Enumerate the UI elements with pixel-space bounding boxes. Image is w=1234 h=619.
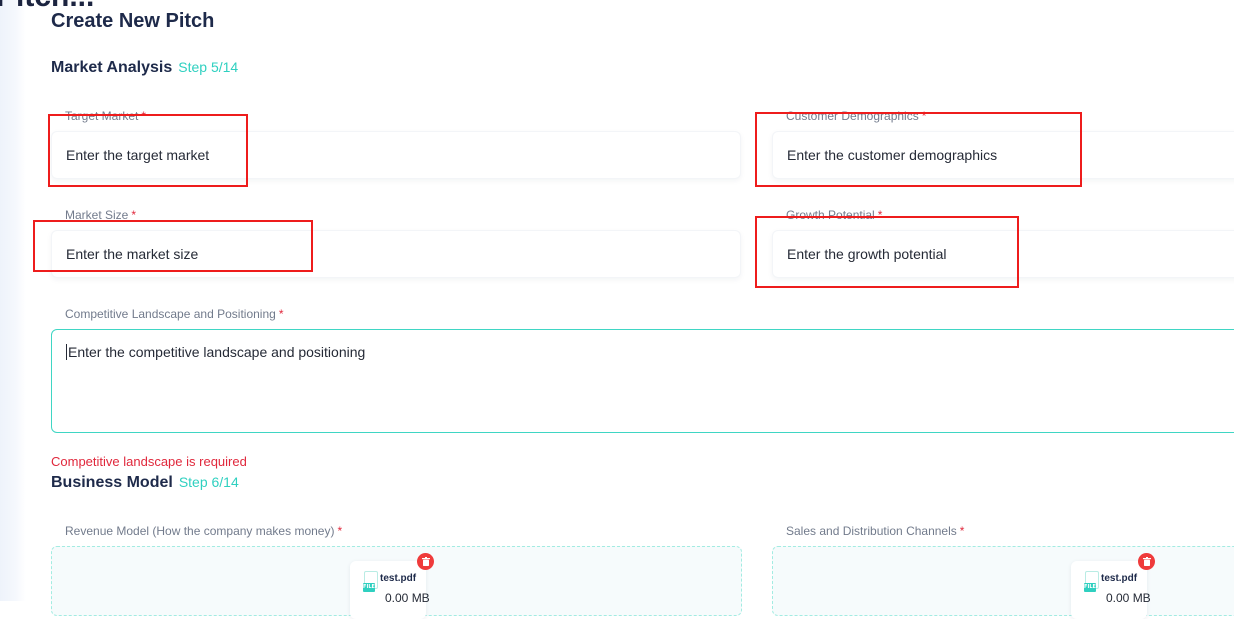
customer-demographics-placeholder: Enter the customer demographics <box>787 147 998 163</box>
file-name: test.pdf <box>380 573 417 584</box>
target-market-input[interactable]: Enter the target market <box>51 131 741 179</box>
revenue-model-label: Revenue Model (How the company makes mon… <box>65 524 343 538</box>
section-title: Business Model <box>51 474 173 491</box>
file-badge: FILE <box>363 583 375 592</box>
required-marker: * <box>141 109 147 123</box>
growth-potential-label: Growth Potential * <box>786 208 883 222</box>
required-marker: * <box>131 208 137 222</box>
file-name: test.pdf <box>1101 573 1138 584</box>
pdf-file-icon: FILE <box>363 571 378 592</box>
sidebar-edge <box>0 0 26 601</box>
market-analysis-header: Market Analysis Step 5/14 <box>51 59 238 77</box>
target-market-label: Target Market * <box>65 109 147 123</box>
section-step: Step 5/14 <box>178 59 239 75</box>
competitive-landscape-textarea[interactable]: Enter the competitive landscape and posi… <box>51 329 1234 433</box>
pdf-file-icon: FILE <box>1084 571 1099 592</box>
competitive-landscape-error: Competitive landscape is required <box>51 454 247 469</box>
competitive-landscape-placeholder: Enter the competitive landscape and posi… <box>68 344 366 360</box>
sales-channels-upload-zone[interactable]: FILE test.pdf 0.00 MB <box>772 546 1234 619</box>
business-model-header: Business Model Step 6/14 <box>51 474 239 492</box>
competitive-landscape-label: Competitive Landscape and Positioning * <box>65 307 284 321</box>
file-size: 0.00 MB <box>1106 591 1151 605</box>
market-size-input[interactable]: Enter the market size <box>51 230 741 278</box>
required-marker: * <box>921 109 927 123</box>
required-marker: * <box>278 307 284 321</box>
required-marker: * <box>959 524 965 538</box>
file-badge: FILE <box>1084 583 1096 592</box>
revenue-model-file-card[interactable]: FILE test.pdf 0.00 MB <box>350 553 434 619</box>
target-market-placeholder: Enter the target market <box>66 147 210 163</box>
required-marker: * <box>337 524 343 538</box>
required-marker: * <box>877 208 883 222</box>
page-title: Create New Pitch <box>51 10 215 32</box>
customer-demographics-input[interactable]: Enter the customer demographics <box>772 131 1234 179</box>
file-size: 0.00 MB <box>385 591 430 605</box>
section-title: Market Analysis <box>51 59 173 76</box>
market-size-label: Market Size * <box>65 208 137 222</box>
market-size-placeholder: Enter the market size <box>66 246 199 262</box>
revenue-model-upload-zone[interactable]: FILE test.pdf 0.00 MB <box>51 546 742 619</box>
delete-file-button[interactable] <box>417 553 434 570</box>
growth-potential-placeholder: Enter the growth potential <box>787 246 947 262</box>
section-step: Step 6/14 <box>178 474 239 490</box>
sales-channels-label: Sales and Distribution Channels * <box>786 524 965 538</box>
trash-icon <box>1142 557 1151 566</box>
trash-icon <box>421 557 430 566</box>
delete-file-button[interactable] <box>1138 553 1155 570</box>
customer-demographics-label: Customer Demographics * <box>786 109 927 123</box>
sales-channels-file-card[interactable]: FILE test.pdf 0.00 MB <box>1071 553 1155 619</box>
text-caret <box>66 344 67 360</box>
growth-potential-input[interactable]: Enter the growth potential <box>772 230 1234 278</box>
